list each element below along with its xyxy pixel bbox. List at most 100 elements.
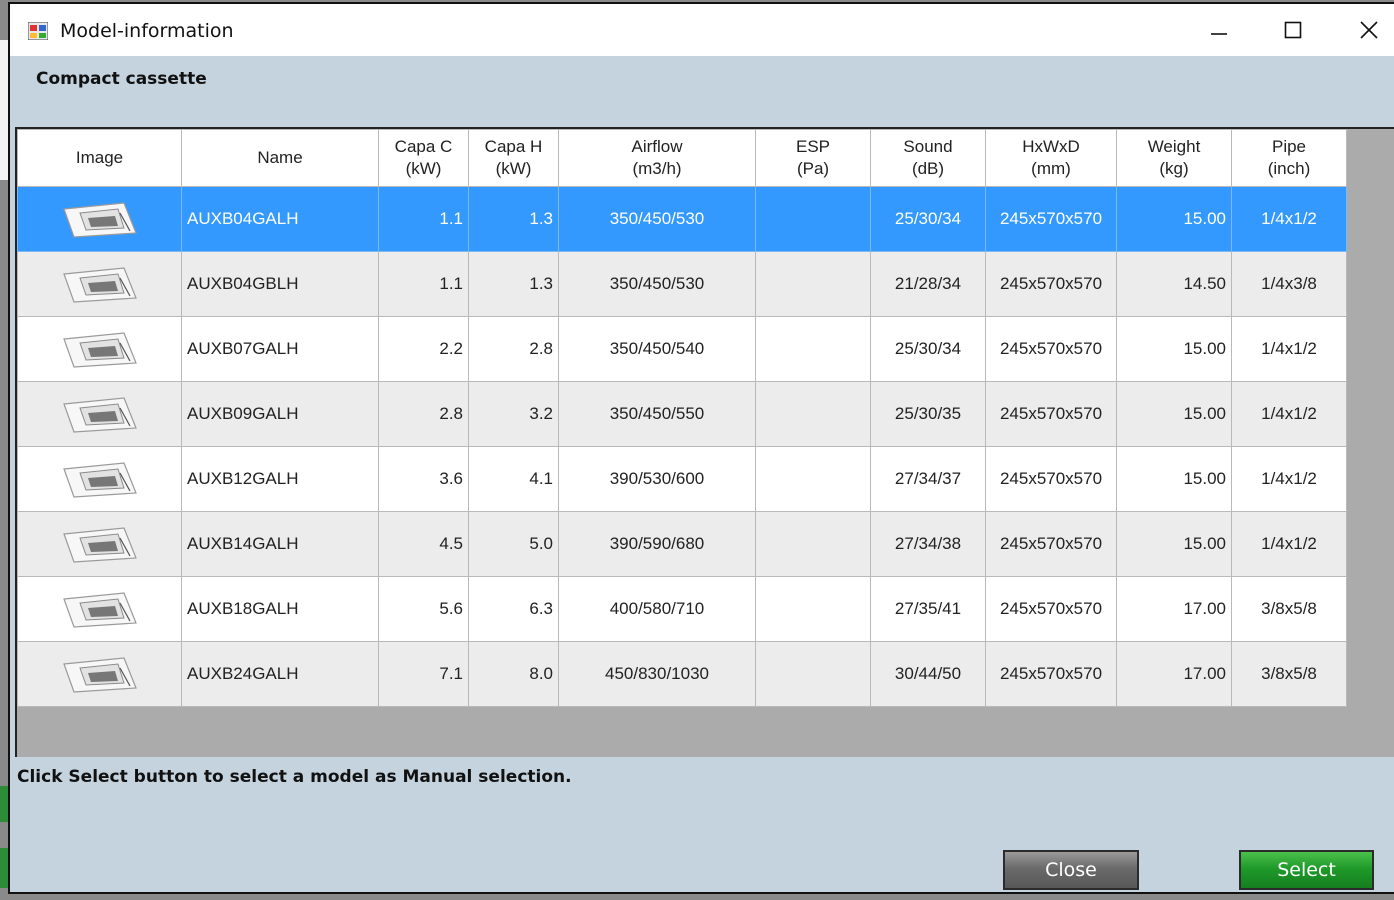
cell-capa-h[interactable]: 4.1 [468, 446, 559, 512]
cell-capa-c[interactable]: 1.1 [378, 251, 469, 317]
column-header-airflow[interactable]: Airflow (m3/h) [558, 129, 756, 187]
cell-image[interactable] [17, 186, 182, 252]
cell-airflow[interactable]: 350/450/530 [558, 251, 756, 317]
cell-pipe[interactable]: 1/4x1/2 [1231, 316, 1347, 382]
cell-capa-h[interactable]: 3.2 [468, 381, 559, 447]
table-row[interactable]: AUXB18GALH 5.6 6.3 400/580/710 27/35/41 245x5… [17, 576, 1347, 642]
cell-pipe[interactable]: 3/8x5/8 [1231, 576, 1347, 642]
cell-sound[interactable]: 25/30/34 [870, 186, 986, 252]
cell-image[interactable] [17, 381, 182, 447]
cell-airflow[interactable]: 400/580/710 [558, 576, 756, 642]
cell-airflow[interactable]: 350/450/550 [558, 381, 756, 447]
cell-sound[interactable]: 30/44/50 [870, 641, 986, 707]
cell-pipe[interactable]: 1/4x3/8 [1231, 251, 1347, 317]
cell-esp[interactable] [755, 316, 871, 382]
cell-esp[interactable] [755, 446, 871, 512]
cell-airflow[interactable]: 390/590/680 [558, 511, 756, 577]
model-grid[interactable]: Image Name Capa C (kW) Capa H (kW) Airflow… [15, 127, 1394, 757]
cell-name[interactable]: AUXB24GALH [181, 641, 379, 707]
cell-weight[interactable]: 17.00 [1116, 576, 1232, 642]
cell-capa-h[interactable]: 1.3 [468, 251, 559, 317]
table-row[interactable]: AUXB14GALH 4.5 5.0 390/590/680 27/34/38 245x5… [17, 511, 1347, 577]
select-button[interactable]: Select [1239, 850, 1374, 890]
cell-airflow[interactable]: 450/830/1030 [558, 641, 756, 707]
column-header-capa-c[interactable]: Capa C (kW) [378, 129, 469, 187]
cell-weight[interactable]: 17.00 [1116, 641, 1232, 707]
cell-sound[interactable]: 21/28/34 [870, 251, 986, 317]
column-header-pipe[interactable]: Pipe (inch) [1231, 129, 1347, 187]
cell-capa-c[interactable]: 4.5 [378, 511, 469, 577]
cell-capa-c[interactable]: 2.8 [378, 381, 469, 447]
minimize-button[interactable] [1184, 4, 1254, 56]
table-row[interactable]: AUXB12GALH 3.6 4.1 390/530/600 27/34/37 245x5… [17, 446, 1347, 512]
column-header-capa-h[interactable]: Capa H (kW) [468, 129, 559, 187]
cell-weight[interactable]: 15.00 [1116, 381, 1232, 447]
cell-name[interactable]: AUXB12GALH [181, 446, 379, 512]
table-row[interactable]: AUXB04GALH 1.1 1.3 350/450/530 25/30/34 245x5… [17, 186, 1347, 252]
close-button[interactable]: Close [1003, 850, 1139, 890]
cell-name[interactable]: AUXB09GALH [181, 381, 379, 447]
cell-capa-c[interactable]: 7.1 [378, 641, 469, 707]
cell-sound[interactable]: 27/35/41 [870, 576, 986, 642]
cell-capa-h[interactable]: 5.0 [468, 511, 559, 577]
column-header-esp[interactable]: ESP (Pa) [755, 129, 871, 187]
cell-weight[interactable]: 15.00 [1116, 186, 1232, 252]
cell-dimensions[interactable]: 245x570x570 [985, 641, 1117, 707]
cell-airflow[interactable]: 390/530/600 [558, 446, 756, 512]
cell-image[interactable] [17, 576, 182, 642]
cell-dimensions[interactable]: 245x570x570 [985, 576, 1117, 642]
column-header-image[interactable]: Image [17, 129, 182, 187]
cell-sound[interactable]: 27/34/37 [870, 446, 986, 512]
cell-image[interactable] [17, 446, 182, 512]
cell-image[interactable] [17, 251, 182, 317]
cell-name[interactable]: AUXB18GALH [181, 576, 379, 642]
cell-dimensions[interactable]: 245x570x570 [985, 186, 1117, 252]
cell-dimensions[interactable]: 245x570x570 [985, 446, 1117, 512]
table-row[interactable]: AUXB24GALH 7.1 8.0 450/830/1030 30/44/50 245x… [17, 641, 1347, 707]
cell-esp[interactable] [755, 186, 871, 252]
cell-weight[interactable]: 15.00 [1116, 316, 1232, 382]
cell-esp[interactable] [755, 576, 871, 642]
cell-sound[interactable]: 27/34/38 [870, 511, 986, 577]
cell-esp[interactable] [755, 251, 871, 317]
cell-capa-c[interactable]: 2.2 [378, 316, 469, 382]
cell-pipe[interactable]: 3/8x5/8 [1231, 641, 1347, 707]
cell-pipe[interactable]: 1/4x1/2 [1231, 511, 1347, 577]
cell-capa-h[interactable]: 6.3 [468, 576, 559, 642]
cell-sound[interactable]: 25/30/35 [870, 381, 986, 447]
cell-capa-h[interactable]: 8.0 [468, 641, 559, 707]
cell-weight[interactable]: 15.00 [1116, 446, 1232, 512]
cell-name[interactable]: AUXB07GALH [181, 316, 379, 382]
column-header-name[interactable]: Name [181, 129, 379, 187]
cell-airflow[interactable]: 350/450/530 [558, 186, 756, 252]
cell-airflow[interactable]: 350/450/540 [558, 316, 756, 382]
cell-pipe[interactable]: 1/4x1/2 [1231, 381, 1347, 447]
cell-dimensions[interactable]: 245x570x570 [985, 251, 1117, 317]
cell-capa-h[interactable]: 2.8 [468, 316, 559, 382]
cell-dimensions[interactable]: 245x570x570 [985, 511, 1117, 577]
cell-sound[interactable]: 25/30/34 [870, 316, 986, 382]
cell-weight[interactable]: 14.50 [1116, 251, 1232, 317]
cell-image[interactable] [17, 641, 182, 707]
cell-esp[interactable] [755, 641, 871, 707]
cell-image[interactable] [17, 511, 182, 577]
cell-name[interactable]: AUXB04GBLH [181, 251, 379, 317]
column-header-dimensions[interactable]: HxWxD (mm) [985, 129, 1117, 187]
maximize-button[interactable] [1258, 4, 1328, 56]
cell-image[interactable] [17, 316, 182, 382]
cell-capa-c[interactable]: 3.6 [378, 446, 469, 512]
cell-name[interactable]: AUXB14GALH [181, 511, 379, 577]
table-row[interactable]: AUXB07GALH 2.2 2.8 350/450/540 25/30/34 245x5… [17, 316, 1347, 382]
close-window-button[interactable] [1334, 4, 1394, 56]
table-row[interactable]: AUXB04GBLH 1.1 1.3 350/450/530 21/28/34 245x5… [17, 251, 1347, 317]
cell-dimensions[interactable]: 245x570x570 [985, 381, 1117, 447]
table-row[interactable]: AUXB09GALH 2.8 3.2 350/450/550 25/30/35 245x5… [17, 381, 1347, 447]
cell-weight[interactable]: 15.00 [1116, 511, 1232, 577]
cell-capa-c[interactable]: 5.6 [378, 576, 469, 642]
cell-dimensions[interactable]: 245x570x570 [985, 316, 1117, 382]
cell-esp[interactable] [755, 511, 871, 577]
column-header-weight[interactable]: Weight (kg) [1116, 129, 1232, 187]
column-header-sound[interactable]: Sound (dB) [870, 129, 986, 187]
cell-pipe[interactable]: 1/4x1/2 [1231, 446, 1347, 512]
cell-capa-h[interactable]: 1.3 [468, 186, 559, 252]
